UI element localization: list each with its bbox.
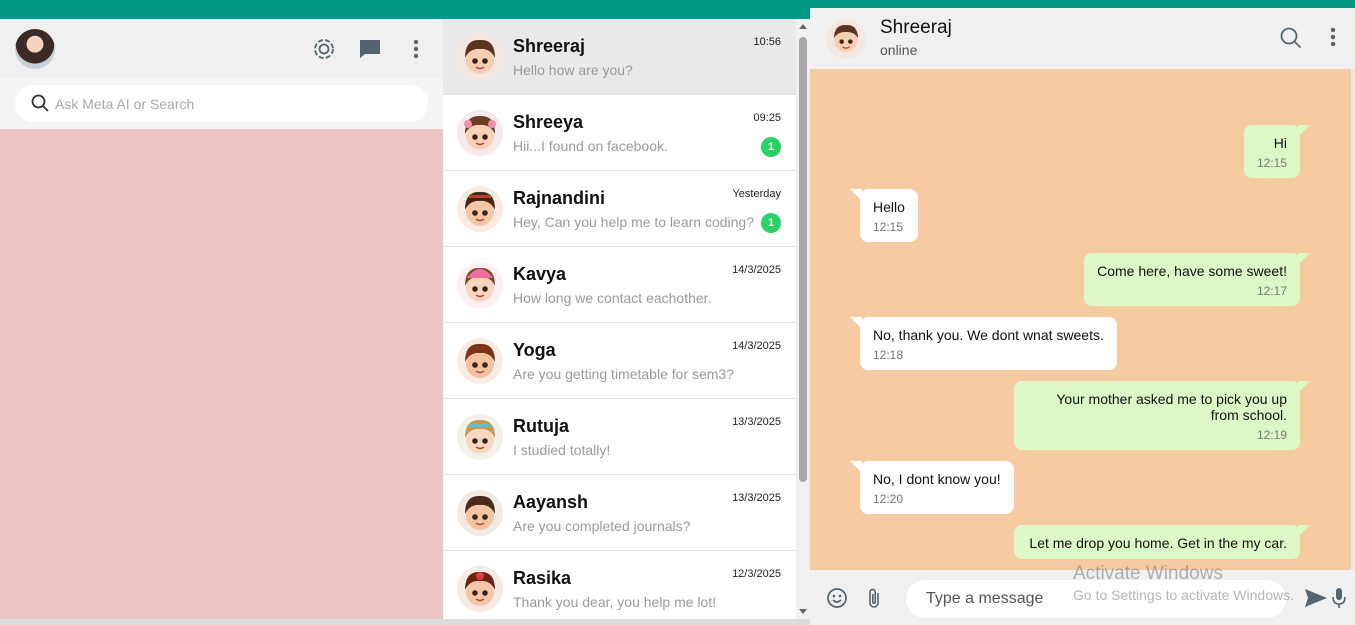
attach-icon[interactable]: [866, 587, 884, 614]
chat-avatar: [457, 414, 503, 460]
chat-last-message: Hey, Can you help me to learn coding?: [513, 214, 754, 230]
message-time: 12:15: [873, 220, 904, 234]
sent-message[interactable]: Come here, have some sweet! 12:17: [1084, 253, 1310, 306]
sent-message[interactable]: Your mother asked me to pick you up from…: [1014, 381, 1310, 450]
received-message[interactable]: No, thank you. We dont wnat sweets. 12:18: [850, 317, 1117, 370]
chat-name: Kavya: [513, 264, 567, 284]
status-icon[interactable]: [312, 37, 336, 61]
chat-list-scrollbar[interactable]: [796, 19, 810, 619]
contact-name[interactable]: Shreeraj: [880, 17, 952, 39]
chat-time: 13/3/2025: [732, 416, 781, 428]
chat-list: Shreeraj 10:56 Hello how are you? Shreeya 09…: [443, 19, 796, 619]
message-input[interactable]: [926, 580, 1266, 618]
received-message[interactable]: Hello 12:15: [850, 189, 918, 242]
chat-avatar: [457, 186, 503, 232]
unread-badge: 1: [761, 213, 781, 233]
message-text: Let me drop you home. Get in the my car.: [1029, 535, 1287, 551]
message-text: Your mother asked me to pick you up from…: [1056, 391, 1287, 423]
chat-name: Shreeraj: [513, 36, 586, 56]
chat-avatar: [457, 34, 503, 80]
chat-list-item[interactable]: Kavya 14/3/2025 How long we contact eachot…: [443, 247, 796, 323]
chat-last-message: I studied totally!: [513, 442, 611, 458]
search-icon[interactable]: [1280, 27, 1302, 54]
chat-list-item[interactable]: Shreeraj 10:56 Hello how are you?: [443, 19, 796, 95]
conversation-top-strip: [810, 0, 1355, 8]
contact-status: online: [880, 42, 918, 58]
chat-last-message: Thank you dear, you help me lot!: [513, 594, 717, 610]
chat-avatar: [457, 490, 503, 536]
message-time: 12:20: [873, 492, 904, 506]
message-time: 12:19: [1256, 428, 1287, 442]
menu-icon[interactable]: [404, 37, 428, 61]
chat-last-message: Hii...I found on facebook.: [513, 138, 668, 154]
chat-time: Yesterday: [732, 188, 781, 200]
chat-time: 12/3/2025: [732, 568, 781, 580]
unread-badge: 1: [761, 137, 781, 157]
message-area: Hi 12:15 Hello 12:15 Come here, have some sw…: [810, 69, 1351, 570]
scroll-down-arrow-icon[interactable]: [799, 609, 807, 614]
chat-list-item[interactable]: Rajnandini Yesterday Hey, Can you help me …: [443, 171, 796, 247]
conversation-header: Shreeraj online: [810, 8, 1355, 69]
microphone-icon[interactable]: [1332, 587, 1346, 614]
scrollbar-thumb[interactable]: [799, 37, 807, 482]
scroll-up-arrow-icon[interactable]: [799, 24, 807, 29]
chat-avatar: [457, 566, 503, 612]
chat-time: 13/3/2025: [732, 492, 781, 504]
chat-last-message: How long we contact eachother.: [513, 290, 712, 306]
chat-last-message: Are you getting timetable for sem3?: [513, 366, 735, 382]
contact-avatar[interactable]: [826, 19, 866, 59]
search-icon: [31, 94, 49, 112]
menu-icon[interactable]: [1330, 27, 1336, 52]
sent-message[interactable]: Hi 12:15: [1243, 125, 1311, 178]
chat-list-item[interactable]: Rasika 12/3/2025 Thank you dear, you help …: [443, 551, 796, 619]
left-empty-area: [0, 129, 443, 620]
search-box[interactable]: [15, 85, 428, 122]
message-text: Come here, have some sweet!: [1097, 263, 1287, 279]
chat-name: Rajnandini: [513, 188, 606, 208]
chat-name: Yoga: [513, 340, 556, 360]
search-bar: [0, 78, 443, 129]
bottom-strip: [0, 619, 810, 625]
message-text: Hi: [1273, 135, 1287, 151]
chat-time: 14/3/2025: [732, 264, 781, 276]
message-area-scrollbar[interactable]: [1351, 69, 1355, 570]
chat-name: Aayansh: [513, 492, 589, 512]
message-time: 12:17: [1256, 284, 1287, 298]
chat-list-item[interactable]: Yoga 14/3/2025 Are you getting timetable f…: [443, 323, 796, 399]
search-input[interactable]: [55, 85, 415, 122]
chat-time: 10:56: [753, 36, 781, 48]
chat-list-item[interactable]: Rutuja 13/3/2025 I studied totally!: [443, 399, 796, 475]
new-chat-icon[interactable]: [358, 37, 382, 61]
chat-time: 09:25: [753, 112, 781, 124]
chat-name: Rasika: [513, 568, 572, 588]
my-profile-avatar[interactable]: [15, 29, 55, 69]
chat-last-message: Are you completed journals?: [513, 518, 691, 534]
message-time: 12:18: [873, 348, 904, 362]
chat-time: 14/3/2025: [732, 340, 781, 352]
emoji-icon[interactable]: [826, 587, 848, 614]
message-text: No, thank you. We dont wnat sweets.: [873, 327, 1104, 343]
chat-name: Rutuja: [513, 416, 569, 436]
message-box[interactable]: [906, 580, 1286, 618]
received-message[interactable]: No, I dont know you! 12:20: [850, 461, 1014, 514]
left-header: [0, 19, 443, 78]
chat-avatar: [457, 338, 503, 384]
chat-list-item[interactable]: Shreeya 09:25 Hii...I found on facebook. 1: [443, 95, 796, 171]
send-icon[interactable]: [1304, 588, 1328, 613]
message-time: 12:15: [1256, 156, 1287, 170]
message-text: No, I dont know you!: [873, 471, 1001, 487]
chat-name: Shreeya: [513, 112, 584, 132]
sent-message[interactable]: Let me drop you home. Get in the my car.: [1014, 525, 1310, 559]
message-composer: [810, 570, 1355, 625]
chat-avatar: [457, 262, 503, 308]
chat-last-message: Hello how are you?: [513, 62, 633, 78]
chat-avatar: [457, 110, 503, 156]
chat-list-item[interactable]: Aayansh 13/3/2025 Are you completed journa…: [443, 475, 796, 551]
message-text: Hello: [873, 199, 905, 215]
